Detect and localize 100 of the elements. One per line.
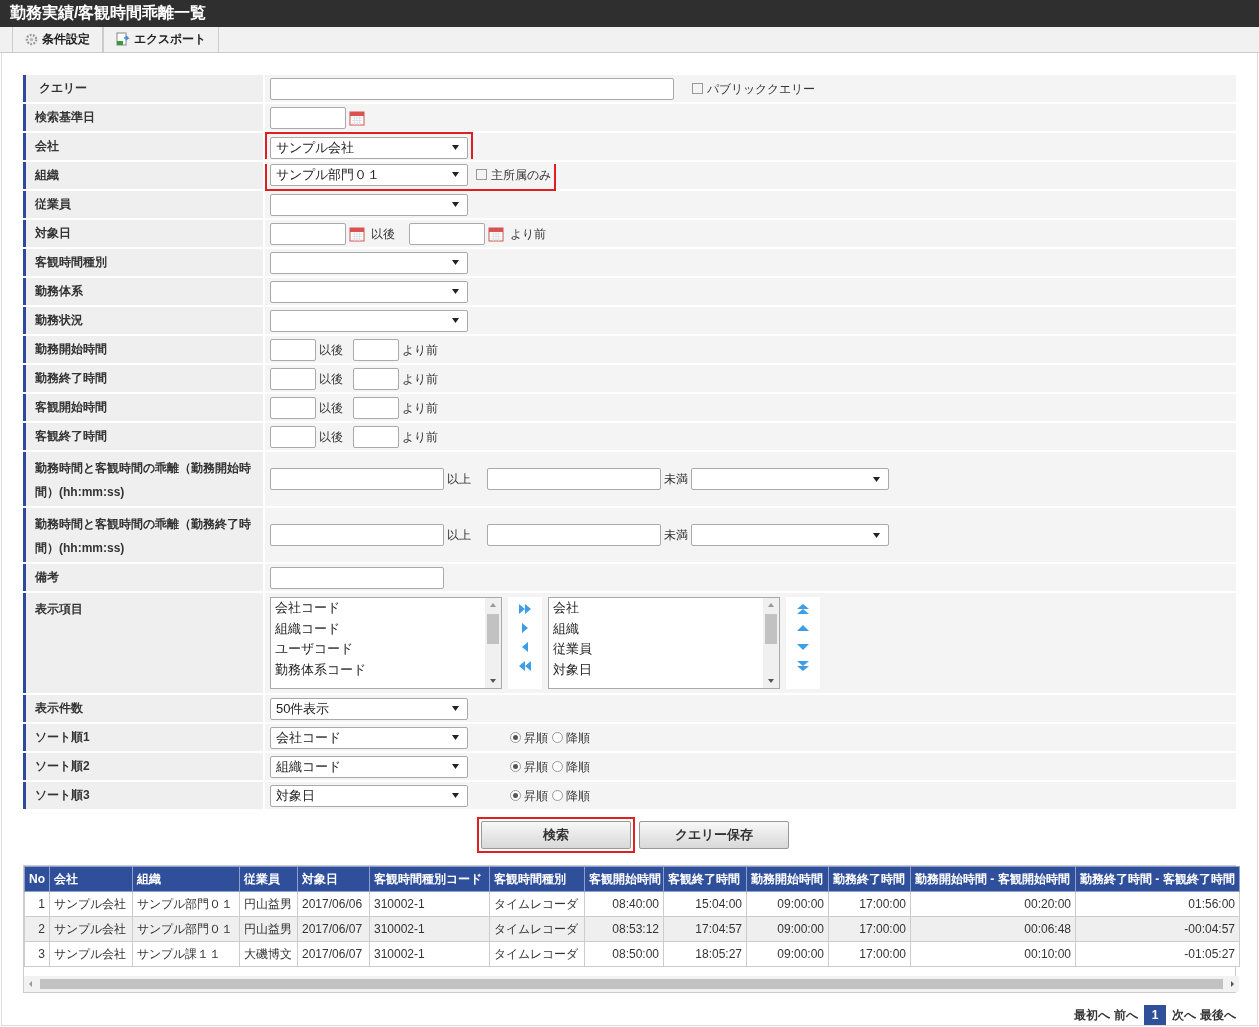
form-label: ソート順1 (35, 729, 90, 746)
input-field[interactable] (270, 222, 346, 245)
field-label: 主所属のみ (491, 166, 551, 184)
toolbar-button[interactable]: 条件設定 (12, 26, 103, 52)
double-right-arrow-icon[interactable] (518, 603, 532, 615)
input-field[interactable] (353, 338, 399, 361)
dropdown[interactable]: 会社コード (270, 726, 468, 749)
field-label: より前 (402, 399, 438, 417)
input-field[interactable] (409, 222, 485, 245)
form-label: 備考 (35, 569, 59, 586)
form-label: 表示項目 (35, 602, 83, 616)
dropdown[interactable]: サンプル会社 (270, 136, 468, 159)
input-field[interactable] (270, 77, 674, 100)
table-cell: 大磯博文 (239, 941, 298, 967)
input-field[interactable] (487, 524, 661, 546)
dropdown[interactable] (270, 280, 468, 303)
column-header: 勤務開始時間 (746, 866, 829, 892)
dropdown[interactable]: 50件表示 (270, 697, 468, 720)
table-cell: 2017/06/07 (297, 916, 370, 942)
radio-button[interactable] (510, 761, 521, 772)
radio-button[interactable] (510, 790, 521, 801)
table-cell: サンプル課１１ (132, 941, 240, 967)
radio-button[interactable] (552, 761, 563, 772)
table-cell: 17:00:00 (828, 891, 911, 917)
input-field[interactable] (353, 367, 399, 390)
dropdown[interactable] (691, 468, 889, 490)
column-header: 客観開始時間 (584, 866, 664, 892)
scrollbar-drawing[interactable] (485, 598, 501, 688)
form-label: 組織 (35, 167, 59, 184)
first-page-link[interactable]: 最初へ (1074, 1006, 1110, 1024)
radio-button[interactable] (552, 732, 563, 743)
table-cell: 円山益男 (239, 916, 298, 942)
dropdown-caret-icon (452, 318, 459, 323)
scrollbar-drawing[interactable] (763, 598, 779, 688)
dropdown[interactable] (270, 309, 468, 332)
up-arrow-icon[interactable] (796, 622, 810, 634)
table-cell: 3 (24, 941, 50, 967)
horizontal-scrollbar[interactable] (24, 976, 1239, 992)
calendar-icon[interactable] (488, 225, 504, 242)
calendar-icon[interactable] (349, 225, 365, 242)
dropdown[interactable] (270, 251, 468, 274)
input-field[interactable] (353, 425, 399, 448)
list-item[interactable]: 組織 (553, 618, 759, 639)
table-cell: 09:00:00 (746, 941, 829, 967)
input-field[interactable] (270, 338, 316, 361)
last-page-link[interactable]: 最後へ (1200, 1006, 1236, 1024)
input-field[interactable] (270, 524, 444, 546)
page-number[interactable]: 1 (1144, 1005, 1166, 1025)
list-item[interactable]: ユーザコード (275, 639, 481, 660)
field-label: 以後 (319, 370, 343, 388)
action-button[interactable]: 検索 (480, 821, 631, 849)
next-page-link[interactable]: 次へ (1172, 1006, 1196, 1024)
table-cell: 08:53:12 (584, 916, 664, 942)
table-cell: 円山益男 (239, 891, 298, 917)
dropdown-caret-icon (452, 202, 459, 207)
double-up-arrow-icon[interactable] (796, 603, 810, 615)
input-field[interactable] (487, 468, 661, 490)
calendar-icon[interactable] (349, 109, 365, 126)
dropdown-caret-icon (452, 260, 459, 265)
dropdown-caret-icon (452, 735, 459, 740)
down-arrow-icon[interactable] (796, 641, 810, 653)
list-item[interactable]: 従業員 (553, 639, 759, 660)
dropdown[interactable]: サンプル部門０１ (270, 163, 468, 186)
list-box[interactable]: 会社コード 組織コード ユーザコード 勤務体系コード (270, 597, 502, 689)
checkbox[interactable] (476, 169, 487, 180)
table-cell: 1 (24, 891, 50, 917)
input-field[interactable] (270, 396, 316, 419)
field-label: より前 (402, 370, 438, 388)
dropdown[interactable]: 対象日 (270, 784, 468, 807)
checkbox[interactable] (692, 83, 703, 94)
form-label: 客観開始時間 (35, 399, 107, 416)
list-item[interactable]: 対象日 (553, 659, 759, 680)
action-button[interactable]: クエリー保存 (638, 821, 789, 849)
input-field[interactable] (270, 367, 316, 390)
dropdown[interactable]: 組織コード (270, 755, 468, 778)
form-label: 対象日 (35, 225, 71, 242)
column-header: 勤務終了時間 - 客観終了時間 (1075, 866, 1240, 892)
radio-button[interactable] (552, 790, 563, 801)
table-cell: サンプル会社 (49, 891, 133, 917)
previous-page-link[interactable]: 前へ (1114, 1006, 1138, 1024)
double-left-arrow-icon[interactable] (518, 660, 532, 672)
list-box[interactable]: 会社 組織 従業員 対象日 (548, 597, 780, 689)
input-field[interactable] (353, 396, 399, 419)
list-item[interactable]: 会社コード (275, 598, 481, 619)
list-item[interactable]: 会社 (553, 598, 759, 619)
list-item[interactable]: 勤務体系コード (275, 659, 481, 680)
column-header: No (24, 866, 50, 892)
input-field[interactable] (270, 566, 444, 589)
dropdown-caret-icon (873, 532, 880, 538)
list-item[interactable]: 組織コード (275, 618, 481, 639)
input-field[interactable] (270, 468, 444, 490)
toolbar-button[interactable]: エクスポート (103, 26, 219, 52)
input-field[interactable] (270, 106, 346, 129)
double-down-arrow-icon[interactable] (796, 660, 810, 672)
input-field[interactable] (270, 425, 316, 448)
dropdown[interactable] (691, 524, 889, 546)
dropdown[interactable] (270, 193, 468, 216)
table-cell: -01:05:27 (1075, 941, 1240, 967)
radio-button[interactable] (510, 732, 521, 743)
table-cell: サンプル部門０１ (132, 916, 240, 942)
